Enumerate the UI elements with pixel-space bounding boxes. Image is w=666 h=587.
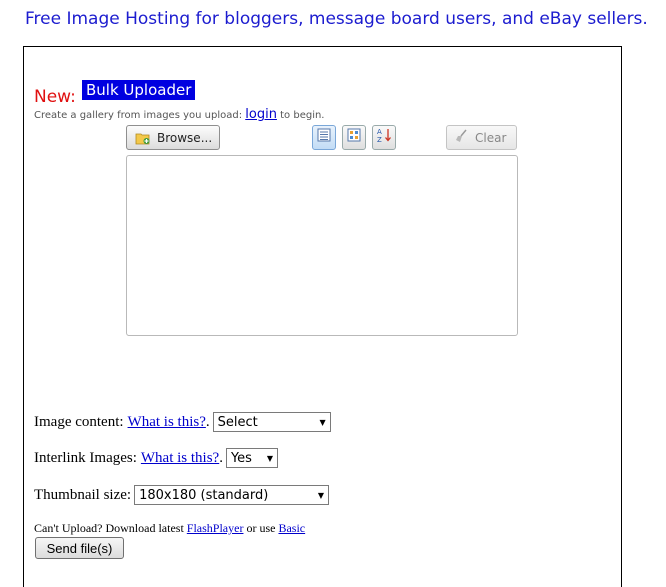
interlink-value: Yes bbox=[230, 450, 252, 466]
site-tagline: Free Image Hosting for bloggers, message… bbox=[25, 9, 648, 29]
folder-add-icon bbox=[135, 131, 151, 145]
thumbnail-size-row: Thumbnail size: 180x180 (standard) ▼ bbox=[34, 485, 330, 505]
dropdown-arrow-icon: ▼ bbox=[319, 417, 326, 427]
sort-button[interactable]: AZ bbox=[372, 125, 396, 150]
browse-button[interactable]: Browse... bbox=[126, 125, 220, 150]
send-files-button[interactable]: Send file(s) bbox=[35, 537, 124, 559]
hint-suffix: to begin. bbox=[280, 110, 325, 121]
image-content-help-link[interactable]: What is this? bbox=[128, 414, 206, 431]
image-content-row: Image content: What is this?. Select ▼ bbox=[34, 412, 331, 432]
login-link[interactable]: login bbox=[245, 107, 277, 122]
basic-uploader-link[interactable]: Basic bbox=[278, 521, 305, 535]
uploader-panel: New: Bulk Uploader Create a gallery from… bbox=[23, 46, 622, 587]
file-list-area[interactable] bbox=[126, 155, 518, 336]
flashplayer-link[interactable]: FlashPlayer bbox=[187, 521, 244, 535]
thumbnail-size-label: Thumbnail size: bbox=[34, 486, 132, 503]
bulk-uploader-badge: Bulk Uploader bbox=[82, 80, 196, 100]
thumbnail-view-button[interactable] bbox=[342, 125, 366, 150]
hint-prefix: Create a gallery from images you upload: bbox=[34, 110, 243, 121]
clear-label: Clear bbox=[475, 130, 507, 145]
dropdown-arrow-icon: ▼ bbox=[317, 490, 325, 500]
gallery-hint: Create a gallery from images you upload:… bbox=[34, 107, 325, 122]
list-view-button[interactable] bbox=[312, 125, 336, 150]
image-content-select[interactable]: Select ▼ bbox=[212, 412, 331, 432]
interlink-label: Interlink Images: bbox=[34, 449, 137, 466]
sort-az-icon: AZ bbox=[376, 127, 392, 148]
dropdown-arrow-icon: ▼ bbox=[266, 453, 273, 463]
svg-text:A: A bbox=[377, 128, 382, 136]
list-view-icon bbox=[317, 128, 331, 147]
thumbnail-size-select[interactable]: 180x180 (standard) ▼ bbox=[134, 485, 330, 505]
thumbnail-view-icon bbox=[347, 128, 361, 147]
browse-label: Browse... bbox=[157, 130, 213, 145]
svg-text:Z: Z bbox=[377, 136, 382, 143]
cant-upload-note: Can't Upload? Download latest FlashPlaye… bbox=[34, 521, 305, 536]
clear-button[interactable]: Clear bbox=[446, 125, 517, 150]
or-use-text: or use bbox=[246, 521, 276, 535]
interlink-help-link[interactable]: What is this? bbox=[141, 450, 219, 467]
new-label: New: bbox=[34, 87, 76, 107]
image-content-label: Image content: bbox=[34, 413, 124, 430]
cant-upload-text: Can't Upload? Download latest bbox=[34, 521, 184, 535]
image-content-value: Select bbox=[217, 414, 258, 430]
broom-icon bbox=[455, 129, 469, 146]
thumbnail-size-value: 180x180 (standard) bbox=[139, 487, 269, 503]
interlink-select[interactable]: Yes ▼ bbox=[225, 448, 278, 468]
interlink-row: Interlink Images: What is this?. Yes ▼ bbox=[34, 448, 278, 468]
